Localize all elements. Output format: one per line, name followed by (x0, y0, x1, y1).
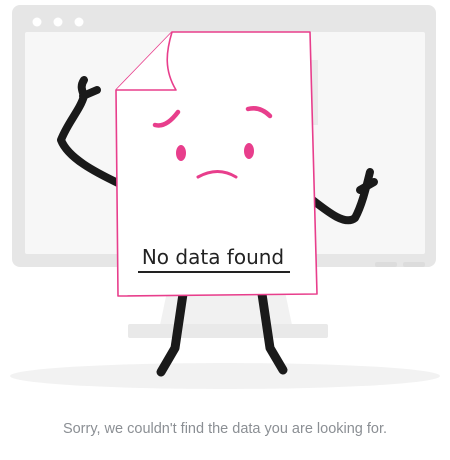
window-dots (32, 17, 84, 27)
empty-state-message: Sorry, we couldn't find the data you are… (62, 421, 388, 437)
empty-state: No data found Sorry, we couldn't find th… (0, 0, 450, 460)
no-data-illustration: No data found (0, 0, 450, 400)
no-data-label: No data found (142, 245, 284, 269)
ground-shadow (10, 363, 440, 389)
